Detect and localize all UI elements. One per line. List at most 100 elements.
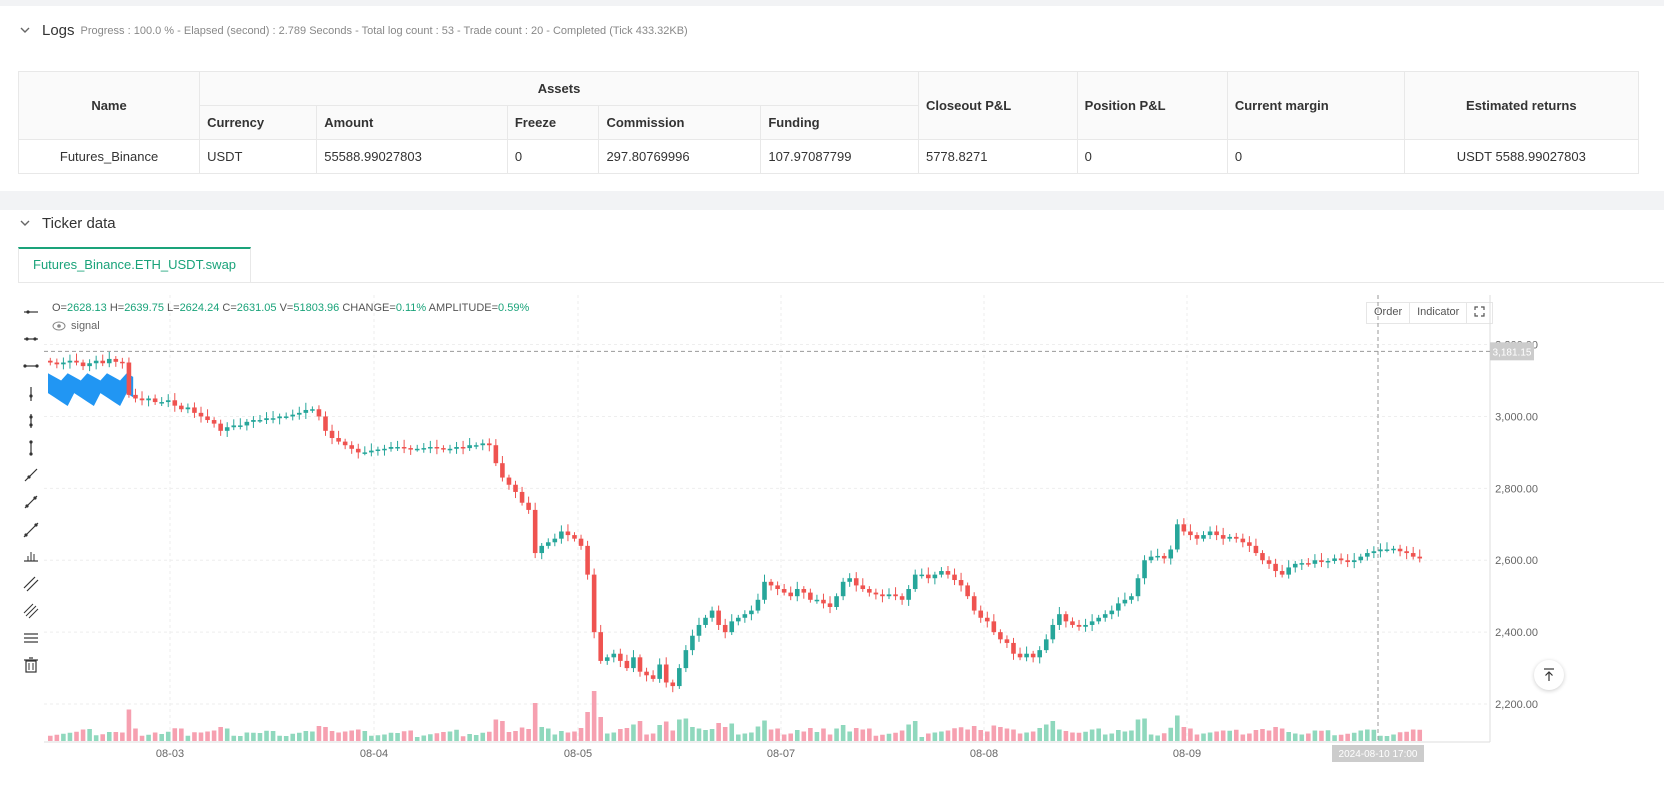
- candle-body: [572, 535, 577, 539]
- candle-body: [971, 596, 977, 611]
- candle-body: [703, 617, 708, 625]
- candle-body: [1011, 642, 1016, 654]
- candle-body: [133, 394, 138, 399]
- volume-bar: [1358, 730, 1364, 741]
- candle-body: [106, 358, 112, 364]
- candle-body: [801, 589, 807, 593]
- horizontal-line-icon[interactable]: [18, 354, 44, 378]
- candle-body: [1286, 567, 1291, 575]
- header-currency: Currency: [199, 105, 318, 140]
- volume-bar: [677, 719, 682, 741]
- ticker-header[interactable]: Ticker data: [18, 212, 116, 234]
- price-channel-icon[interactable]: [18, 626, 44, 650]
- candle-body: [277, 416, 282, 419]
- candle-body: [631, 657, 636, 669]
- candle-body: [382, 448, 387, 451]
- volume-bar: [303, 731, 309, 741]
- candle-body: [480, 443, 486, 446]
- volume-bar: [532, 703, 538, 741]
- volume-bar: [965, 729, 970, 741]
- volume-bar: [1371, 729, 1377, 741]
- candle-body: [552, 538, 558, 543]
- volume-bar: [480, 732, 486, 741]
- volume-bar: [1338, 734, 1344, 741]
- cell-margin: 0: [1226, 139, 1405, 174]
- fibonacci-line-icon[interactable]: [18, 599, 44, 623]
- trash-icon[interactable]: [18, 653, 44, 677]
- price-line-icon[interactable]: [18, 545, 44, 569]
- logs-panel: Logs Progress : 100.0 % - Elapsed (secon…: [0, 6, 1664, 191]
- candle-body: [729, 621, 735, 633]
- vertical-line-icon[interactable]: [18, 436, 44, 460]
- volume-bar: [1122, 731, 1128, 741]
- candle-body: [984, 617, 990, 622]
- header-name: Name: [17, 71, 201, 140]
- volume-bar: [1109, 733, 1115, 741]
- candle-body: [244, 421, 250, 426]
- volume-bar: [1161, 733, 1167, 741]
- candle-body: [591, 574, 597, 633]
- volume-bar: [133, 728, 138, 741]
- volume-bar: [120, 732, 125, 741]
- chevron-down-icon[interactable]: [18, 23, 32, 37]
- candle-body: [1129, 596, 1134, 600]
- candle-body: [781, 589, 787, 593]
- candle-body: [1253, 545, 1259, 554]
- volume-bar: [277, 735, 282, 741]
- logs-header[interactable]: Logs Progress : 100.0 % - Elapsed (secon…: [18, 19, 688, 41]
- candle-body: [670, 682, 676, 687]
- candle-body: [1207, 531, 1213, 536]
- candle-body: [336, 438, 341, 442]
- volume-bar: [126, 709, 132, 741]
- volume-bar: [644, 734, 649, 741]
- volume-bar: [1050, 721, 1056, 741]
- volume-bar: [834, 728, 839, 741]
- vertical-ray-icon[interactable]: [18, 382, 44, 406]
- volume-bar: [1168, 727, 1174, 741]
- header-commission: Commission: [598, 105, 762, 140]
- candlestick-chart[interactable]: 2,200.00 2,400.00 2,600.00 2,800.00 3,000.00…: [44, 295, 1544, 795]
- volume-bar: [421, 735, 427, 741]
- volume-bar: [1129, 730, 1134, 741]
- candle-body: [1273, 563, 1278, 572]
- volume-bar: [1063, 731, 1069, 741]
- candle-body: [736, 617, 741, 622]
- candle-body: [559, 531, 564, 539]
- candle-body: [1292, 563, 1298, 568]
- candle-body: [74, 360, 79, 363]
- volume-bar: [939, 731, 944, 741]
- cell-returns: USDT 5588.99027803: [1403, 139, 1640, 174]
- vertical-segment-icon[interactable]: [18, 409, 44, 433]
- volume-bar: [585, 712, 590, 741]
- candle-body: [270, 418, 276, 420]
- horizontal-ray-icon[interactable]: [18, 300, 44, 324]
- chevron-down-icon[interactable]: [18, 216, 32, 230]
- straight-line-icon[interactable]: [18, 518, 44, 542]
- candle-body: [526, 502, 531, 510]
- parallel-line-icon[interactable]: [18, 572, 44, 596]
- candle-body: [1319, 560, 1324, 563]
- candle-body: [624, 660, 630, 669]
- horizontal-segment-icon[interactable]: [18, 327, 44, 351]
- volume-bar: [316, 726, 322, 741]
- candle-body: [205, 416, 210, 421]
- ray-icon[interactable]: [18, 463, 44, 487]
- candle-body: [611, 653, 617, 658]
- scroll-top-button[interactable]: [1534, 660, 1564, 690]
- candle-body: [532, 509, 538, 554]
- candle-body: [932, 574, 938, 579]
- cell-position: 0: [1076, 139, 1228, 174]
- candle-body: [1312, 560, 1318, 564]
- crosshair-price-label: 3,181.15: [1493, 347, 1532, 358]
- segment-icon[interactable]: [18, 490, 44, 514]
- volume-bar: [1011, 729, 1016, 741]
- candle-body: [519, 491, 525, 503]
- volume-bar: [1306, 733, 1311, 741]
- candle-body: [87, 363, 92, 367]
- tab-eth-usdt-swap[interactable]: Futures_Binance.ETH_USDT.swap: [18, 247, 252, 282]
- candle-body: [1384, 549, 1390, 551]
- volume-bar: [447, 731, 453, 741]
- candle-body: [598, 632, 603, 661]
- volume-bar: [355, 729, 361, 741]
- candle-body: [1240, 538, 1246, 543]
